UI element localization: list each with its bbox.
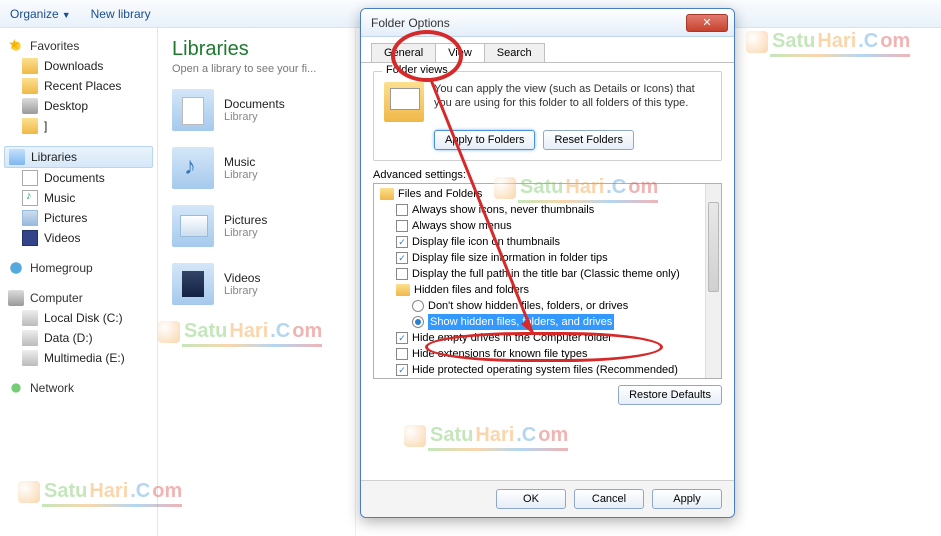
library-pictures[interactable]: PicturesLibrary	[172, 205, 341, 247]
nav-libraries[interactable]: Libraries	[4, 146, 153, 168]
dialog-title: Folder Options	[371, 16, 686, 30]
nav-music[interactable]: Music	[4, 188, 153, 208]
nav-downloads[interactable]: Downloads	[4, 56, 153, 76]
opt-always-show-icons[interactable]: Always show icons, never thumbnails	[376, 202, 719, 218]
nav-local-disk-c[interactable]: Local Disk (C:)	[4, 308, 153, 328]
libraries-list: Libraries Open a library to see your fi.…	[158, 28, 356, 536]
folder-icon	[22, 58, 38, 74]
close-button[interactable]: ✕	[686, 14, 728, 32]
opt-display-full-path[interactable]: Display the full path in the title bar (…	[376, 266, 719, 282]
reset-folders-button[interactable]: Reset Folders	[543, 130, 633, 150]
nav-data-d[interactable]: Data (D:)	[4, 328, 153, 348]
libraries-heading: Libraries	[172, 38, 341, 61]
folder-view-icon	[384, 82, 424, 122]
tab-search[interactable]: Search	[484, 43, 545, 62]
scroll-thumb[interactable]	[708, 202, 719, 292]
nav-documents[interactable]: Documents	[4, 168, 153, 188]
nav-network[interactable]: Network	[4, 378, 153, 398]
folder-views-group: Folder views You can apply the view (suc…	[373, 71, 722, 161]
advanced-settings-tree[interactable]: Files and Folders Always show icons, nev…	[373, 183, 722, 379]
folder-options-dialog: Folder Options ✕ General View Search Fol…	[360, 8, 735, 518]
folder-views-label: Folder views	[382, 64, 452, 76]
cancel-button[interactable]: Cancel	[574, 489, 644, 509]
opt-hide-empty-drives[interactable]: ✓Hide empty drives in the Computer folde…	[376, 330, 719, 346]
library-music[interactable]: MusicLibrary	[172, 147, 341, 189]
music-library-icon	[172, 147, 214, 189]
nav-videos[interactable]: Videos	[4, 228, 153, 248]
videos-library-icon	[172, 263, 214, 305]
opt-hide-protected-os-files[interactable]: ✓Hide protected operating system files (…	[376, 362, 719, 378]
tab-general[interactable]: General	[371, 43, 436, 62]
organize-menu[interactable]: Organize▼	[10, 7, 71, 21]
folder-icon	[380, 188, 394, 200]
checkbox-icon[interactable]: ✓	[396, 332, 408, 344]
checkbox-icon[interactable]: ✓	[396, 236, 408, 248]
star-icon	[8, 38, 24, 54]
favorites-group[interactable]: Favorites	[4, 36, 153, 56]
nav-item-bracket[interactable]: ]	[4, 116, 153, 136]
nav-pictures[interactable]: Pictures	[4, 208, 153, 228]
libraries-icon	[9, 149, 25, 165]
documents-library-icon	[172, 89, 214, 131]
homegroup-icon	[8, 260, 24, 276]
videos-icon	[22, 230, 38, 246]
opt-show-hidden[interactable]: Show hidden files, folders, and drives	[376, 314, 719, 330]
restore-defaults-button[interactable]: Restore Defaults	[618, 385, 722, 405]
drive-icon	[22, 330, 38, 346]
pictures-library-icon	[172, 205, 214, 247]
navigation-pane: Favorites Downloads Recent Places Deskto…	[0, 28, 158, 536]
checkbox-icon[interactable]	[396, 220, 408, 232]
folder-icon	[396, 284, 410, 296]
tree-files-and-folders[interactable]: Files and Folders	[376, 186, 719, 202]
dialog-body: Folder views You can apply the view (suc…	[361, 63, 734, 413]
apply-button[interactable]: Apply	[652, 489, 722, 509]
opt-display-file-size-tips[interactable]: ✓Display file size information in folder…	[376, 250, 719, 266]
drive-icon	[22, 310, 38, 326]
dialog-tabs: General View Search	[361, 37, 734, 63]
documents-icon	[22, 170, 38, 186]
opt-dont-show-hidden[interactable]: Don't show hidden files, folders, or dri…	[376, 298, 719, 314]
checkbox-icon[interactable]	[396, 348, 408, 360]
opt-display-file-icon-thumbnails[interactable]: ✓Display file icon on thumbnails	[376, 234, 719, 250]
recent-icon	[22, 78, 38, 94]
library-documents[interactable]: DocumentsLibrary	[172, 89, 341, 131]
nav-computer[interactable]: Computer	[4, 288, 153, 308]
libraries-subtitle: Open a library to see your fi...	[172, 63, 341, 75]
opt-always-show-menus[interactable]: Always show menus	[376, 218, 719, 234]
pictures-icon	[22, 210, 38, 226]
dialog-footer: OK Cancel Apply	[361, 480, 734, 517]
checkbox-icon[interactable]	[396, 204, 408, 216]
apply-to-folders-button[interactable]: Apply to Folders	[434, 130, 535, 150]
tab-view[interactable]: View	[435, 43, 485, 62]
radio-icon[interactable]	[412, 316, 424, 328]
network-icon	[8, 380, 24, 396]
radio-icon[interactable]	[412, 300, 424, 312]
nav-desktop[interactable]: Desktop	[4, 96, 153, 116]
nav-multimedia-e[interactable]: Multimedia (E:)	[4, 348, 153, 368]
checkbox-icon[interactable]: ✓	[396, 364, 408, 376]
new-library-button[interactable]: New library	[91, 7, 151, 21]
tree-scrollbar[interactable]	[705, 184, 721, 378]
folder-views-text: You can apply the view (such as Details …	[434, 82, 711, 111]
checkbox-icon[interactable]	[396, 268, 408, 280]
desktop-icon	[22, 98, 38, 114]
drive-icon	[22, 350, 38, 366]
nav-homegroup[interactable]: Homegroup	[4, 258, 153, 278]
music-icon	[22, 190, 38, 206]
advanced-settings-label: Advanced settings:	[373, 169, 722, 181]
tree-hidden-files[interactable]: Hidden files and folders	[376, 282, 719, 298]
chevron-down-icon: ▼	[62, 10, 71, 20]
computer-icon	[8, 290, 24, 306]
checkbox-icon[interactable]: ✓	[396, 252, 408, 264]
nav-recent-places[interactable]: Recent Places	[4, 76, 153, 96]
dialog-titlebar[interactable]: Folder Options ✕	[361, 9, 734, 37]
opt-hide-extensions[interactable]: Hide extensions for known file types	[376, 346, 719, 362]
folder-icon	[22, 118, 38, 134]
ok-button[interactable]: OK	[496, 489, 566, 509]
library-videos[interactable]: VideosLibrary	[172, 263, 341, 305]
